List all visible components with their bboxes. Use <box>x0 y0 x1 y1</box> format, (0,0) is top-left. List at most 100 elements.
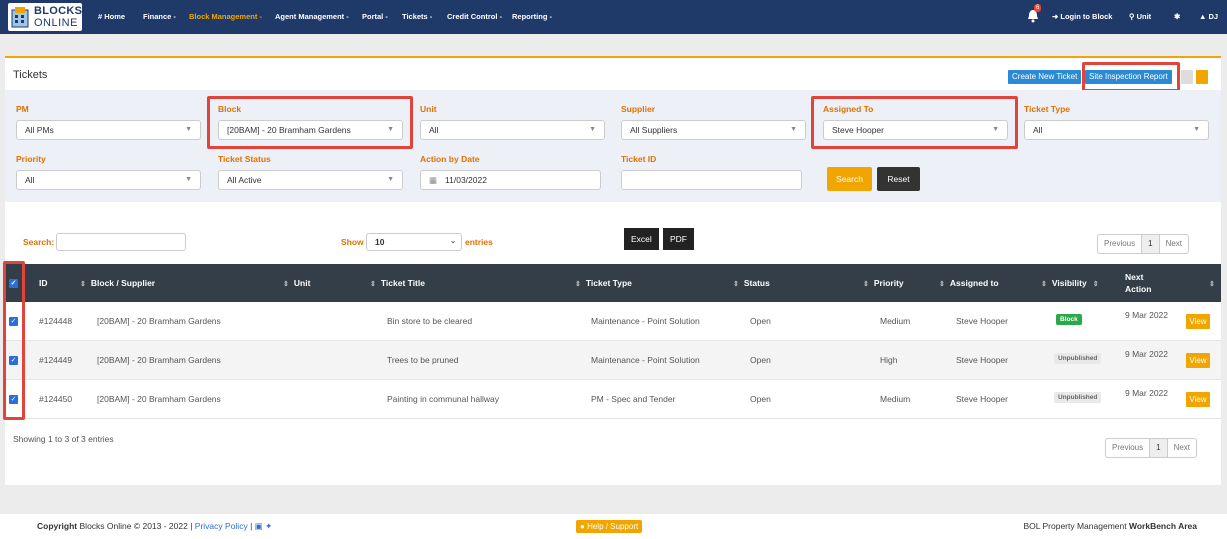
search-icon: ⚲ <box>1129 12 1137 21</box>
col-priority-label: Priority <box>873 278 904 288</box>
help-label: Help / Support <box>587 522 639 531</box>
nav-block-management[interactable]: Block Management - <box>189 12 262 21</box>
page-title: Tickets <box>13 69 48 81</box>
col-id-label: ID <box>39 278 48 288</box>
unit-select[interactable]: All ▼ <box>420 120 605 140</box>
sort-icon: ⇕ <box>370 281 376 288</box>
action-by-date-label: Action by Date <box>420 154 480 164</box>
col-visibility[interactable]: ⇕ Visibility ⇕ <box>1041 264 1104 304</box>
row-status: Open <box>750 355 771 365</box>
table-row: ✓ #124450 [20BAM] - 20 Bramham Gardens P… <box>5 380 1221 419</box>
col-ticket-title[interactable]: ⇕ Ticket Title <box>370 264 425 304</box>
prev-page-button[interactable]: Previous <box>1106 439 1151 457</box>
view-button[interactable]: View <box>1186 314 1210 329</box>
privacy-policy-link[interactable]: Privacy Policy <box>195 521 248 531</box>
next-page-button[interactable]: Next <box>1168 439 1196 457</box>
col-status-label: Status <box>743 278 770 288</box>
prev-page-button[interactable]: Previous <box>1098 235 1143 253</box>
copyright-text: Blocks Online © 2013 - 2022 | <box>79 521 193 531</box>
table-header: ✓ ID ⇕ Block / Supplier ⇕ Unit ⇕ Ticket Tit… <box>5 264 1221 302</box>
visibility-badge: Block <box>1056 314 1082 325</box>
row-assigned: Steve Hooper <box>956 355 1008 365</box>
ticket-status-select[interactable]: All Active ▼ <box>218 170 403 190</box>
entries-length-select[interactable]: 10 ⌄ <box>366 233 462 251</box>
col-status[interactable]: ⇕ Status <box>733 264 770 304</box>
col-next-action[interactable]: Next Action <box>1125 271 1151 295</box>
sort-icon: ⇕ <box>939 281 945 288</box>
supplier-select[interactable]: All Suppliers ▼ <box>621 120 806 140</box>
col-unit-label: Unit <box>293 278 311 288</box>
ticket-id-input[interactable] <box>621 170 802 190</box>
row-type: Maintenance - Point Solution <box>591 355 700 365</box>
show-label: Show <box>341 237 364 247</box>
highlight-assigned-to-filter <box>811 96 1018 149</box>
row-next-action: 9 Mar 2022 <box>1125 310 1168 320</box>
pagination-top: Previous 1 Next <box>1097 234 1190 254</box>
calendar-icon[interactable] <box>1196 70 1208 84</box>
help-icon: ● <box>580 522 588 531</box>
nav-home[interactable]: # Home <box>98 12 125 21</box>
chevron-down-icon: ▼ <box>387 176 394 183</box>
twitter-icon[interactable]: ✦ <box>265 521 272 531</box>
ticket-type-select[interactable]: All ▼ <box>1024 120 1209 140</box>
next-page-button[interactable]: Next <box>1160 235 1188 253</box>
pm-select[interactable]: All PMs ▼ <box>16 120 201 140</box>
page-1-button[interactable]: 1 <box>1150 439 1168 457</box>
col-id[interactable]: ID <box>39 264 48 302</box>
pm-value: All PMs <box>25 125 54 135</box>
sort-icon[interactable]: ⇕ <box>1209 264 1220 304</box>
view-button[interactable]: View <box>1186 353 1210 368</box>
priority-select[interactable]: All ▼ <box>16 170 201 190</box>
logo-text-line2: ONLINE <box>34 17 78 29</box>
col-block-supplier[interactable]: ⇕ Block / Supplier <box>80 264 155 304</box>
row-priority: High <box>880 355 898 365</box>
nav-reporting[interactable]: Reporting - <box>512 12 552 21</box>
page-1-button[interactable]: 1 <box>1142 235 1160 253</box>
col-assigned-to[interactable]: ⇕ Assigned to <box>939 264 999 304</box>
nav-login-to-block[interactable]: ➜ Login to Block <box>1052 12 1112 21</box>
facebook-icon[interactable]: ▣ <box>255 521 263 531</box>
tickets-panel: Tickets Create New Ticket Site Inspectio… <box>3 56 1221 485</box>
export-excel-button[interactable]: Excel <box>624 228 659 250</box>
nav-tickets[interactable]: Tickets - <box>402 12 432 21</box>
row-status: Open <box>750 394 771 404</box>
help-support-button[interactable]: ● Help / Support <box>576 520 643 533</box>
table-search-input[interactable] <box>56 233 186 251</box>
nav-unit-search[interactable]: ⚲ Unit <box>1129 12 1151 21</box>
search-button[interactable]: Search <box>827 167 872 191</box>
row-id: #124450 <box>39 394 73 404</box>
top-navbar: BLOCKS ONLINE # Home Finance - Block Man… <box>0 0 1227 34</box>
create-new-ticket-button[interactable]: Create New Ticket <box>1008 70 1082 84</box>
row-priority: Medium <box>880 394 911 404</box>
row-title: Bin store to be cleared <box>387 316 473 326</box>
col-type-label: Ticket Type <box>585 278 632 288</box>
table-row: ✓ #124449 [20BAM] - 20 Bramham Gardens T… <box>5 341 1221 380</box>
visibility-badge: Unpublished <box>1054 353 1102 364</box>
unit-value: All <box>429 125 439 135</box>
nav-agent-management[interactable]: Agent Management - <box>275 12 349 21</box>
sort-icon: ⇕ <box>80 281 86 288</box>
filters-area: PM All PMs ▼ Block [20BAM] - 20 Bramham G… <box>5 90 1221 202</box>
col-ticket-type[interactable]: ⇕ Ticket Type <box>575 264 632 304</box>
row-id: #124448 <box>39 316 73 326</box>
col-unit[interactable]: ⇕ Unit <box>283 264 310 304</box>
footer-right-bold: WorkBench Area <box>1128 521 1197 531</box>
nav-portal[interactable]: Portal - <box>362 12 388 21</box>
export-pdf-button[interactable]: PDF <box>663 228 694 250</box>
row-next-action: 9 Mar 2022 <box>1125 349 1168 359</box>
list-view-toggle[interactable] <box>1181 70 1193 84</box>
sort-icon: ⇕ <box>733 281 739 288</box>
action-by-date-input[interactable]: ▦ 11/03/2022 <box>420 170 601 190</box>
nav-credit-control[interactable]: Credit Control - <box>447 12 502 21</box>
row-block: [20BAM] - 20 Bramham Gardens <box>97 355 221 365</box>
sort-icon: ⇕ <box>1092 281 1099 288</box>
highlight-site-inspection <box>1082 62 1180 92</box>
nav-user-menu[interactable]: ▲ DJ <box>1199 12 1218 21</box>
settings-gear-icon[interactable]: ✱ <box>1174 12 1180 21</box>
blocks-online-logo[interactable]: BLOCKS ONLINE <box>8 3 82 31</box>
col-priority[interactable]: ⇕ Priority <box>863 264 904 304</box>
visibility-badge: Unpublished <box>1054 392 1102 403</box>
nav-finance[interactable]: Finance - <box>143 12 176 21</box>
view-button[interactable]: View <box>1186 392 1210 407</box>
reset-button[interactable]: Reset <box>877 167 920 191</box>
